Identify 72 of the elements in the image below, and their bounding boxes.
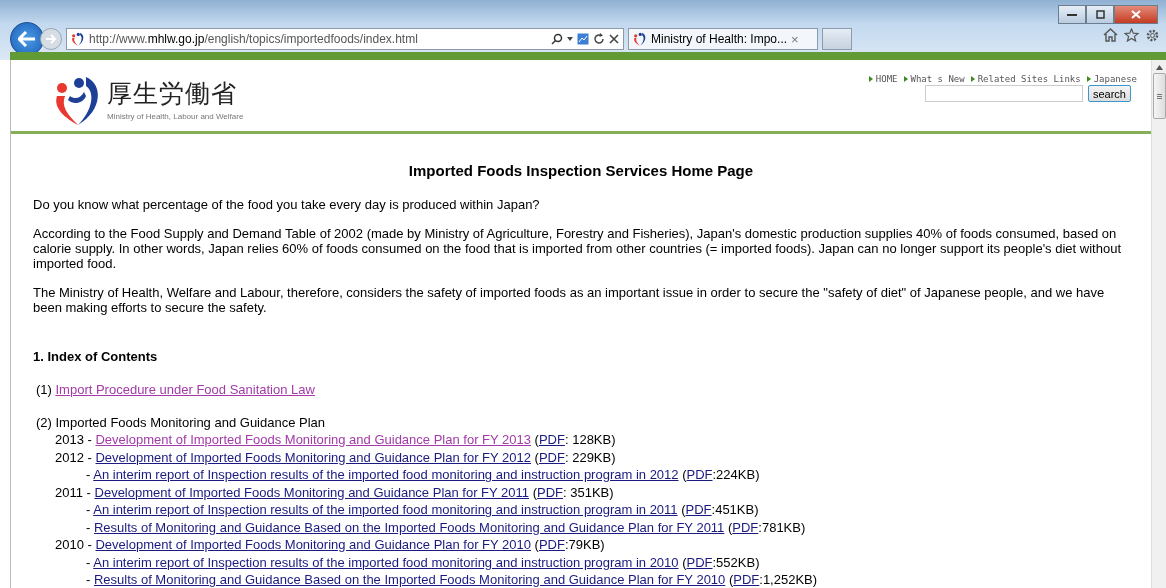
home-icon[interactable]	[1103, 28, 1118, 42]
document-link[interactable]: An interim report of Inspection results of the imported food monitoring and instruction program in 2010	[93, 554, 679, 570]
index-link[interactable]: Import Procedure under Food Sanitation Law	[55, 382, 315, 397]
plan-entry: - Results of Monitoring and Guidance Based on the Imported Foods Monitoring and Guidance Plan for FY 2010 (PDF:1,252KB)	[85, 571, 819, 588]
paragraph: The Ministry of Health, Welfare and Labour, therefore, considers the safety of imported foods as an important issue in order to secure the "safety of diet" of Japanese people, and we have been making efforts to secure the safety.	[33, 285, 1106, 315]
close-icon	[1131, 10, 1141, 19]
pdf-link[interactable]: PDF	[732, 519, 759, 535]
section-heading: 1. Index of Contents	[33, 349, 159, 364]
plan-entry: 2010 - Development of Imported Foods Monitoring and Guidance Plan for FY 2010 (PDF:79KB)	[54, 536, 606, 554]
restore-icon	[1095, 10, 1105, 19]
close-icon[interactable]	[609, 34, 619, 44]
dropdown-caret-icon[interactable]	[567, 37, 573, 41]
logo-subtitle: Ministry of Health, Labour and Welfare	[107, 112, 244, 121]
back-arrow-icon	[18, 31, 36, 47]
search-field[interactable]	[924, 85, 1083, 102]
pdf-link[interactable]: PDF	[685, 502, 712, 517]
pdf-link[interactable]: PDF	[733, 572, 760, 587]
plan-entry: - Results of Monitoring and Guidance Based on the Imported Foods Monitoring and Guidance Plan for FY 2011 (PDF:781KB)	[85, 518, 807, 536]
nav-link[interactable]: Related Sites Links	[977, 74, 1081, 84]
scroll-up-icon[interactable]	[1155, 65, 1163, 70]
compatibility-icon[interactable]	[577, 33, 589, 45]
favicon-icon	[633, 32, 647, 46]
nav-link[interactable]: HOME	[875, 74, 898, 84]
page-title: Imported Foods Inspection Services Home Page	[407, 162, 755, 179]
bullet-arrow-icon	[903, 76, 908, 82]
plan-entry: - An interim report of Inspection results of the imported food monitoring and instruction program in 2011 (PDF:451KB)	[85, 501, 760, 519]
search-icon[interactable]	[551, 33, 563, 45]
forward-button[interactable]	[40, 28, 62, 50]
tab-close-button[interactable]: ×	[791, 31, 813, 47]
index-item: (1) Import Procedure under Food Sanitation Law	[36, 381, 316, 399]
document-link[interactable]: Development of Imported Foods Monitoring and Guidance Plan for FY 2011	[94, 484, 530, 500]
scrollbar[interactable]	[1151, 60, 1166, 588]
grip-icon	[1156, 93, 1162, 99]
plan-entry: - An interim report of Inspection results of the imported food monitoring and instruction program in 2012 (PDF:224KB)	[85, 466, 761, 484]
address-bar[interactable]: http://www.mhlw.go.jp/english/topics/importedfoods/index.html	[66, 28, 624, 50]
document-link[interactable]: Results of Monitoring and Guidance Based on the Imported Foods Monitoring and Guidance Plan for FY 2010	[93, 572, 726, 587]
minimize-button[interactable]	[1058, 5, 1086, 24]
paragraph: According to the Food Supply and Demand Table of 2002 (made by Ministry of Agriculture, Forestry and Fisheries), Japan's domestic production supplies 40% of foods consumed, based on calorie supply. In other words, Japan relies 60% of foods consumed on the food that is imported from other countries (= imported foods). Japan can no longer support its people's diet without imported food.	[33, 226, 1122, 271]
pdf-link[interactable]: PDF	[686, 554, 713, 570]
plan-entry: - An interim report of Inspection results of the imported food monitoring and instruction program in 2010 (PDF:552KB)	[85, 553, 761, 571]
plan-entry: 2012 - Development of Imported Foods Monitoring and Guidance Plan for FY 2012 (PDF: 229KB)	[54, 448, 617, 466]
paragraph: Do you know what percentage of the food you take every day is produced within Japan?	[33, 197, 541, 212]
forward-arrow-icon	[45, 34, 57, 44]
search-button[interactable]: search	[1087, 85, 1131, 102]
pdf-link[interactable]: PDF	[686, 467, 713, 482]
star-icon[interactable]	[1124, 28, 1139, 42]
logo-text: 厚生労働省	[107, 78, 238, 108]
document-link[interactable]: Development of Imported Foods Monitoring and Guidance Plan for FY 2010	[95, 537, 531, 552]
browser-tab[interactable]: Ministry of Health: Impo... ×	[628, 28, 818, 50]
index-item: (2) Imported Foods Monitoring and Guidance Plan	[36, 413, 327, 431]
nav-link[interactable]: What s New	[910, 74, 965, 84]
scrollbar-thumb[interactable]	[1152, 73, 1166, 119]
close-window-button[interactable]	[1114, 5, 1158, 24]
plan-entry: 2013 - Development of Imported Foods Monitoring and Guidance Plan for FY 2013 (PDF: 128KB)	[54, 431, 617, 449]
document-link[interactable]: Results of Monitoring and Guidance Based on the Imported Foods Monitoring and Guidance Plan for FY 2011	[93, 519, 725, 535]
restore-button[interactable]	[1086, 5, 1114, 24]
pdf-link[interactable]: PDF	[538, 537, 565, 552]
url-text: http://www.mhlw.go.jp/english/topics/importedfoods/index.html	[89, 32, 419, 46]
document-link[interactable]: Development of Imported Foods Monitoring and Guidance Plan for FY 2013	[95, 432, 531, 447]
plan-entry: 2011 - Development of Imported Foods Monitoring and Guidance Plan for FY 2011 (PDF: 351KB)	[54, 483, 615, 501]
bullet-arrow-icon	[970, 76, 975, 82]
refresh-icon[interactable]	[593, 33, 605, 45]
document-link[interactable]: An interim report of Inspection results of the imported food monitoring and instruction program in 2012	[93, 467, 679, 482]
document-link[interactable]: An interim report of Inspection results of the imported food monitoring and instruction program in 2011	[93, 502, 678, 517]
settings-icon[interactable]	[1145, 28, 1160, 43]
bullet-arrow-icon	[1086, 76, 1091, 82]
bullet-arrow-icon	[868, 76, 873, 82]
pdf-link[interactable]: PDF	[538, 449, 565, 465]
document-link[interactable]: Development of Imported Foods Monitoring and Guidance Plan for FY 2012	[95, 449, 531, 465]
pdf-link[interactable]: PDF	[538, 432, 565, 447]
favicon-icon	[71, 32, 85, 46]
nav-link[interactable]: Japanese	[1093, 74, 1137, 84]
